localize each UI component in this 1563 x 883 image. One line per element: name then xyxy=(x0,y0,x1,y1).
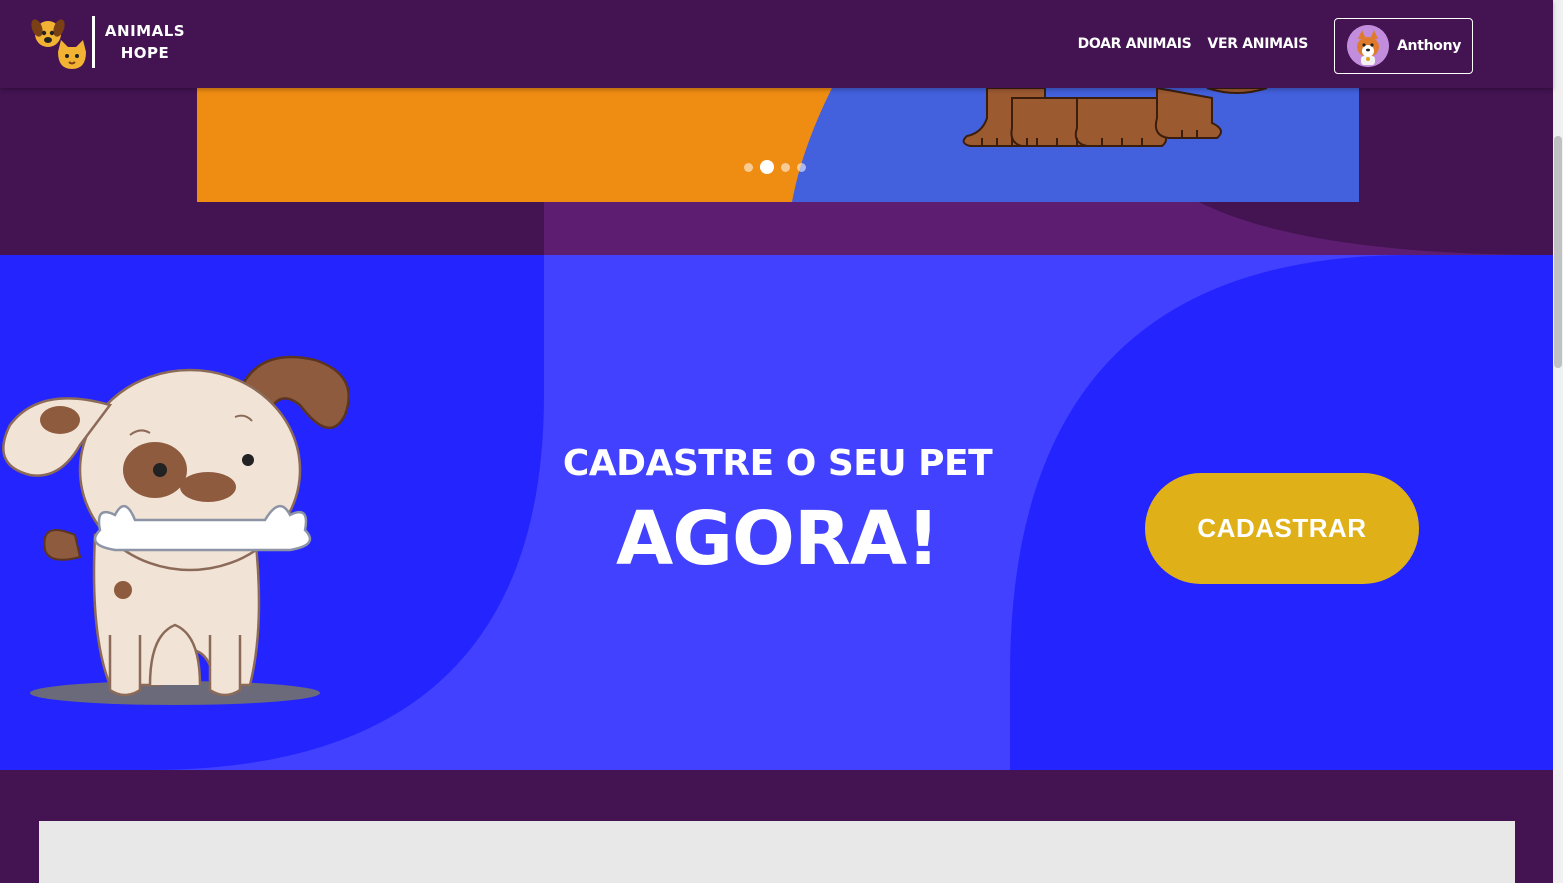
carousel-dot-1[interactable] xyxy=(744,162,753,172)
carousel-indicators xyxy=(744,160,806,174)
nav-link-doar-animais[interactable]: DOAR ANIMAIS xyxy=(1078,36,1192,52)
carousel-dot-3[interactable] xyxy=(781,162,790,172)
logo-divider xyxy=(92,16,95,68)
carousel-dot-4[interactable] xyxy=(797,162,806,172)
puppy-with-bone-illustration xyxy=(2,355,350,705)
decorative-strip xyxy=(544,202,1553,255)
register-pet-banner: CADASTRE O SEU PET AGORA! CADASTRAR xyxy=(0,255,1553,770)
carousel-slide-image xyxy=(792,88,1359,202)
nav-link-ver-animais[interactable]: VER ANIMAIS xyxy=(1207,36,1308,52)
brand-logo[interactable]: ANIMALS HOPE xyxy=(28,14,198,74)
hero-subtitle: CADASTRE O SEU PET xyxy=(562,443,993,484)
cadastrar-button[interactable]: CADASTRAR xyxy=(1145,473,1419,584)
carousel-dot-2[interactable] xyxy=(760,160,774,174)
navbar: ANIMALS HOPE DOAR ANIMAIS VER ANIMAIS An… xyxy=(0,0,1553,88)
image-carousel[interactable] xyxy=(197,88,1359,202)
user-menu-button[interactable]: Anthony xyxy=(1334,18,1473,74)
hero-heading: CADASTRE O SEU PET AGORA! xyxy=(545,443,1010,582)
brand-line1: ANIMALS xyxy=(104,22,186,40)
content-card xyxy=(39,821,1515,883)
page-scrollbar[interactable] xyxy=(1553,0,1563,883)
dog-cat-logo-icon xyxy=(31,19,86,69)
user-name: Anthony xyxy=(1397,38,1462,54)
hero-title: AGORA! xyxy=(616,496,940,582)
brand-name: ANIMALS HOPE xyxy=(100,20,190,64)
scrollbar-thumb[interactable] xyxy=(1554,136,1562,368)
nav-links: DOAR ANIMAIS VER ANIMAIS xyxy=(1078,36,1309,52)
brand-line2: HOPE xyxy=(120,44,170,62)
corgi-avatar-icon xyxy=(1347,25,1389,67)
